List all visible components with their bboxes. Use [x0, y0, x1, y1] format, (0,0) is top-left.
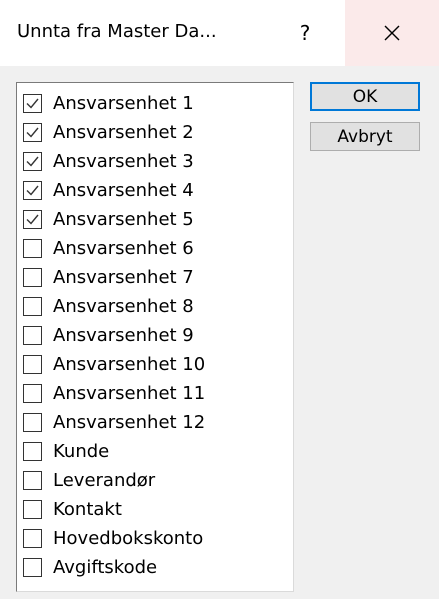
list-item-label: Hovedbokskonto	[53, 528, 204, 549]
checkbox-unchecked[interactable]	[23, 384, 42, 403]
list-item[interactable]: Ansvarsenhet 4	[23, 176, 194, 205]
checkbox-checked[interactable]	[23, 152, 42, 171]
checkbox-checked[interactable]	[23, 210, 42, 229]
checkbox-unchecked[interactable]	[23, 442, 42, 461]
checkbox-checked[interactable]	[23, 123, 42, 142]
list-item[interactable]: Hovedbokskonto	[23, 524, 203, 553]
checkbox-checked[interactable]	[23, 181, 42, 200]
list-item[interactable]: Ansvarsenhet 2	[23, 118, 194, 147]
checkbox-unchecked[interactable]	[23, 471, 42, 490]
list-item-label: Ansvarsenhet 11	[53, 383, 206, 404]
ok-button[interactable]: OK	[310, 82, 420, 111]
list-item-label: Avgiftskode	[53, 557, 158, 578]
dialog-client-area: Ansvarsenhet 1 Ansvarsenhet 2 Ansvarsenhet…	[0, 66, 439, 599]
help-label: ?	[299, 21, 311, 45]
checkmark-icon	[26, 98, 39, 109]
list-item-label: Ansvarsenhet 9	[53, 325, 194, 346]
list-item-label: Ansvarsenhet 8	[53, 296, 194, 317]
list-item-label: Ansvarsenhet 5	[53, 209, 194, 230]
list-item[interactable]: Ansvarsenhet 11	[23, 379, 205, 408]
checkbox-unchecked[interactable]	[23, 558, 42, 577]
list-item[interactable]: Ansvarsenhet 6	[23, 234, 194, 263]
list-item-label: Ansvarsenhet 3	[53, 151, 194, 172]
checkbox-unchecked[interactable]	[23, 413, 42, 432]
list-item[interactable]: Kontakt	[23, 495, 122, 524]
checkbox-unchecked[interactable]	[23, 268, 42, 287]
list-item[interactable]: Ansvarsenhet 3	[23, 147, 194, 176]
checkmark-icon	[26, 127, 39, 138]
dialog-title: Unnta fra Master Da...	[17, 21, 217, 42]
cancel-button[interactable]: Avbryt	[310, 122, 420, 151]
list-item-label: Ansvarsenhet 4	[53, 180, 194, 201]
list-item[interactable]: Ansvarsenhet 10	[23, 350, 205, 379]
checkbox-list[interactable]: Ansvarsenhet 1 Ansvarsenhet 2 Ansvarsenhet…	[16, 82, 294, 592]
list-item[interactable]: Ansvarsenhet 8	[23, 292, 194, 321]
list-item[interactable]: Kunde	[23, 437, 109, 466]
checkmark-icon	[26, 156, 39, 167]
checkbox-unchecked[interactable]	[23, 297, 42, 316]
list-item[interactable]: Ansvarsenhet 7	[23, 263, 194, 292]
list-item[interactable]: Ansvarsenhet 1	[23, 89, 194, 118]
list-item[interactable]: Ansvarsenhet 9	[23, 321, 194, 350]
list-item-label: Leverandør	[53, 470, 156, 491]
list-item[interactable]: Avgiftskode	[23, 553, 157, 582]
checkmark-icon	[26, 214, 39, 225]
exclude-master-data-dialog: Unnta fra Master Da... ? Ansvarsenhet 1A…	[0, 0, 439, 599]
list-item-label: Ansvarsenhet 12	[53, 412, 206, 433]
close-button[interactable]	[345, 0, 439, 66]
list-item-label: Kontakt	[53, 499, 122, 520]
list-item-label: Ansvarsenhet 6	[53, 238, 194, 259]
list-item-label: Ansvarsenhet 10	[53, 354, 206, 375]
list-item-label: Kunde	[53, 441, 110, 462]
checkbox-unchecked[interactable]	[23, 239, 42, 258]
close-icon	[384, 25, 400, 41]
checkbox-unchecked[interactable]	[23, 500, 42, 519]
checkmark-icon	[26, 185, 39, 196]
list-item[interactable]: Ansvarsenhet 5	[23, 205, 194, 234]
list-item[interactable]: Ansvarsenhet 12	[23, 408, 205, 437]
checkbox-unchecked[interactable]	[23, 529, 42, 548]
checkbox-unchecked[interactable]	[23, 326, 42, 345]
checkbox-unchecked[interactable]	[23, 355, 42, 374]
title-bar: Unnta fra Master Da... ?	[0, 0, 439, 66]
checkbox-checked[interactable]	[23, 94, 42, 113]
list-item[interactable]: Leverandør	[23, 466, 155, 495]
list-item-label: Ansvarsenhet 1	[53, 93, 194, 114]
list-item-label: Ansvarsenhet 2	[53, 122, 194, 143]
list-item-label: Ansvarsenhet 7	[53, 267, 194, 288]
help-button[interactable]: ?	[276, 0, 334, 66]
